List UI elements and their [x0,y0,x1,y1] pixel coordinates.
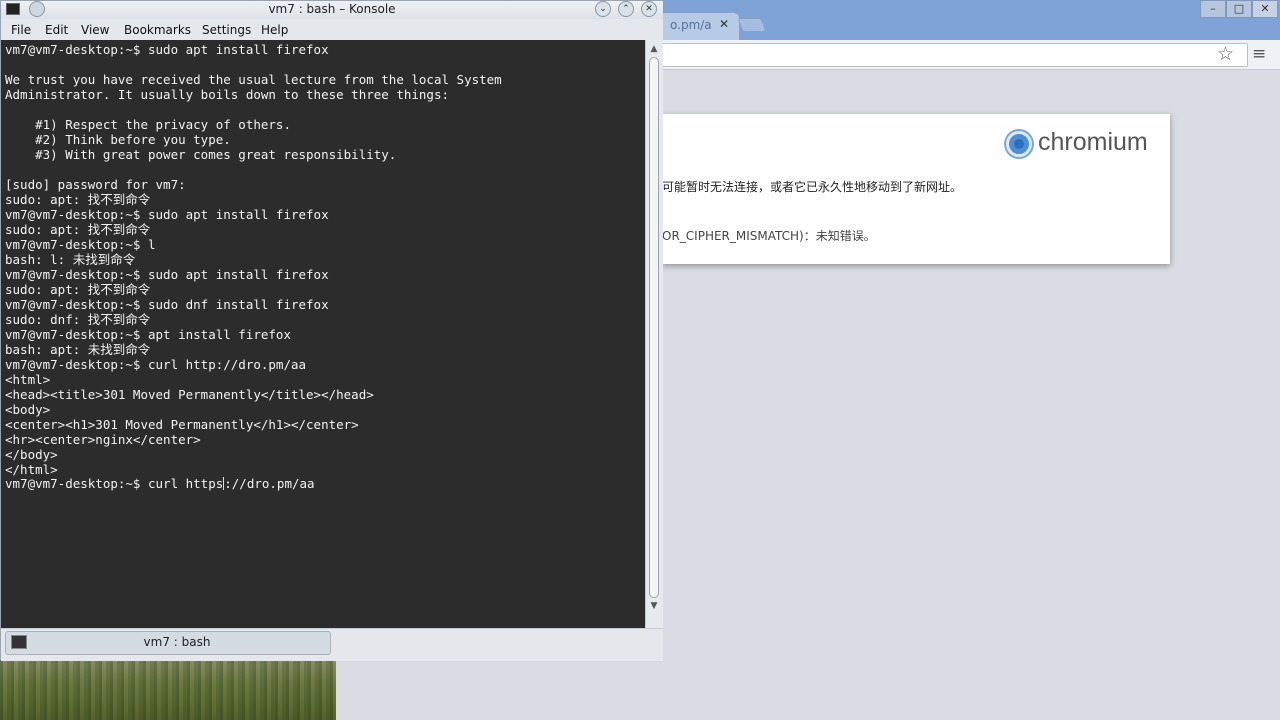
terminal-line: vm7@vm7-desktop:~$ sudo apt install fire… [5,207,329,222]
terminal-line: vm7@vm7-desktop:~$ apt install firefox [5,327,291,342]
close-icon[interactable]: ✕ [641,1,657,17]
window-title: vm7 : bash – Konsole [268,2,396,16]
terminal-line: bash: l: 未找到命令 [5,252,136,267]
terminal-line: vm7@vm7-desktop:~$ sudo apt install fire… [5,267,329,282]
menu-file[interactable]: File [11,23,31,37]
tab-close-icon[interactable]: ✕ [719,17,729,31]
terminal-line: </body> [5,447,58,462]
chrome-menu-icon[interactable]: ≡ [1252,44,1266,64]
terminal-line: #3) With great power comes great respons… [5,147,397,162]
terminal-line: vm7@vm7-desktop:~$ sudo apt install fire… [5,42,329,57]
current-command-rest: ://dro.pm/aa [224,476,315,491]
minimize-button[interactable]: – [1200,0,1226,18]
scroll-up-icon[interactable]: ▲ [648,43,660,55]
terminal-line: sudo: apt: 找不到命令 [5,192,151,207]
terminal-line: <html> [5,372,51,387]
terminal-line: Administrator. It usually boils down to … [5,87,450,102]
tab-title: o.pm/a [670,18,712,32]
konsole-window: vm7 : bash – Konsole ⌄ ⌃ ✕ File Edit Vie… [0,0,663,661]
chromium-wordmark: chromium [1038,128,1148,156]
address-bar[interactable] [662,43,1248,67]
maximize-button[interactable]: □ [1226,0,1252,18]
terminal-output[interactable]: vm7@vm7-desktop:~$ sudo apt install fire… [1,40,645,628]
maximize-icon[interactable]: ⌃ [618,1,634,17]
terminal-line: #1) Respect the privacy of others. [5,117,291,132]
error-code: OR_CIPHER_MISMATCH)：未知错误。 [662,229,876,243]
terminal-line: </html> [5,462,58,477]
menu-view[interactable]: View [81,23,109,37]
session-tab-label: vm7 : bash [143,635,211,649]
error-message: 可能暂时无法连接，或者它已永久性地移动到了新网址。 [662,180,963,194]
terminal-line: sudo: apt: 找不到命令 [5,282,151,297]
terminal-line: sudo: apt: 找不到命令 [5,222,151,237]
terminal-line: sudo: dnf: 找不到命令 [5,312,151,327]
menu-settings[interactable]: Settings [202,23,251,37]
menu-edit[interactable]: Edit [45,23,68,37]
terminal-line: vm7@vm7-desktop:~$ curl http://dro.pm/aa [5,357,307,372]
bookmark-star-icon[interactable]: ☆ [1217,43,1234,65]
terminal-line: vm7@vm7-desktop:~$ sudo dnf install fire… [5,297,329,312]
close-window-button[interactable]: ✕ [1252,0,1278,18]
current-command: vm7@vm7-desktop:~$ curl https [5,476,224,491]
chromium-logo-icon [1006,131,1032,157]
terminal-line: We trust you have received the usual lec… [5,72,502,87]
terminal-line: #2) Think before you type. [5,132,231,147]
terminal-line: vm7@vm7-desktop:~$ l [5,237,156,252]
minimize-icon[interactable]: ⌄ [595,1,611,17]
terminal-line: [sudo] password for vm7: [5,177,186,192]
terminal-current-line[interactable]: vm7@vm7-desktop:~$ curl https://dro.pm/a… [5,476,315,491]
terminal-line: <center><h1>301 Moved Permanently</h1></… [5,417,359,432]
scroll-down-icon[interactable]: ▼ [648,600,660,612]
terminal-line: <body> [5,402,51,417]
terminal-line: bash: apt: 未找到命令 [5,342,151,357]
new-tab-button[interactable] [737,18,767,32]
terminal-line: <hr><center>nginx</center> [5,432,201,447]
terminal-line: <head><title>301 Moved Permanently</titl… [5,387,374,402]
menu-help[interactable]: Help [261,23,288,37]
menu-bookmarks[interactable]: Bookmarks [124,23,191,37]
desktop-wallpaper [0,660,336,720]
scrollbar-thumb[interactable] [649,57,659,598]
